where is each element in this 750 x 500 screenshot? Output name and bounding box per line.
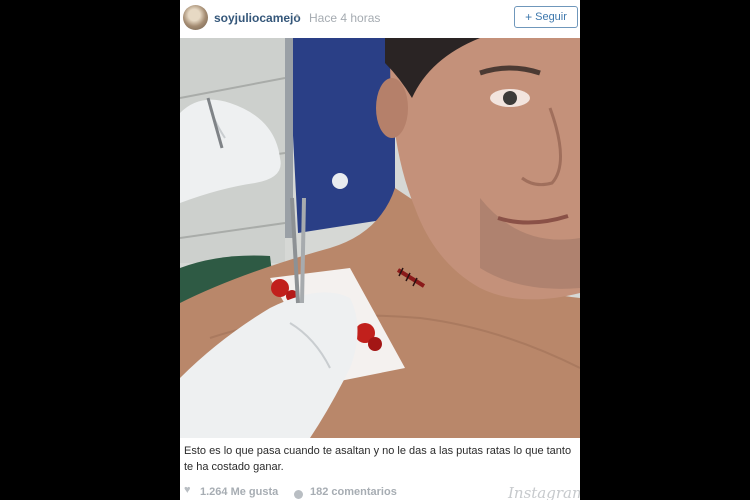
follow-button[interactable]: + Seguir	[514, 6, 578, 28]
follow-label: Seguir	[535, 11, 567, 23]
comments-count[interactable]: 182 comentarios	[310, 486, 397, 498]
post-timestamp: Hace 4 horas	[309, 11, 381, 25]
cabinet-knob	[332, 173, 348, 189]
post-header: soyjuliocamejo • Hace 4 horas + Seguir	[180, 0, 580, 36]
instagram-post-card: soyjuliocamejo • Hace 4 horas + Seguir E…	[180, 0, 580, 500]
post-photo[interactable]	[180, 38, 580, 438]
heart-icon[interactable]: ♥	[184, 484, 191, 496]
ear	[376, 78, 408, 138]
post-caption: Esto es lo que pasa cuando te asaltan y …	[184, 445, 572, 473]
separator-dot: •	[295, 9, 300, 23]
user-avatar[interactable]	[183, 5, 208, 30]
post-footer: ♥ 1.264 Me gusta 182 comentarios Instagr…	[180, 484, 580, 500]
instagram-logo[interactable]: Instagram	[508, 484, 580, 500]
photo-illustration	[180, 38, 580, 438]
username-link[interactable]: soyjuliocamejo	[214, 11, 301, 25]
plus-icon: +	[525, 10, 533, 24]
comment-icon[interactable]	[294, 490, 303, 499]
likes-count[interactable]: 1.264 Me gusta	[200, 486, 278, 498]
